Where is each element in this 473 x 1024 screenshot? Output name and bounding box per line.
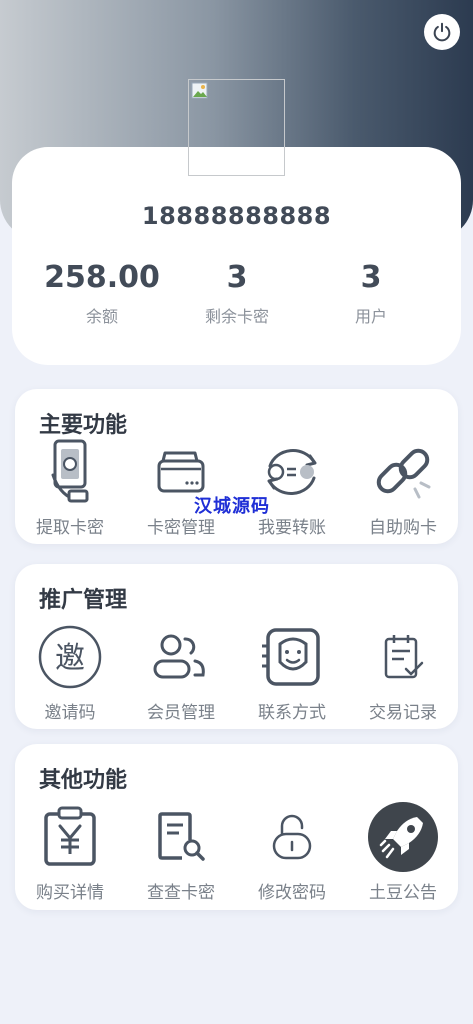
stat-value: 3: [360, 260, 382, 295]
announcement-button[interactable]: 土豆公告: [348, 802, 458, 903]
other-functions-card: 其他功能 购买详情 查查卡密 修改密码 土豆公告: [15, 744, 458, 910]
item-label: 联系方式: [258, 703, 326, 723]
section-title: 主要功能: [39, 413, 128, 438]
item-label: 购买详情: [36, 883, 104, 903]
change-password-button[interactable]: 修改密码: [237, 802, 347, 903]
purchase-details-button[interactable]: 购买详情: [15, 802, 125, 903]
item-label: 邀请码: [44, 703, 96, 723]
stat-value: 3: [226, 260, 248, 295]
extract-card-button[interactable]: 提取卡密: [15, 437, 125, 538]
wallet-icon: [157, 451, 205, 493]
item-label: 自助购卡: [369, 518, 437, 538]
item-label: 提取卡密: [36, 518, 104, 538]
stat-label: 剩余卡密: [204, 307, 269, 326]
transfer-button[interactable]: 我要转账: [237, 437, 347, 538]
card-management-button[interactable]: 卡密管理: [126, 437, 236, 538]
stat-label: 余额: [85, 307, 118, 326]
clipboard-check-icon: [384, 635, 424, 679]
main-functions-card: 主要功能 提取卡密 卡密管理 我要转账 自助购卡: [15, 389, 458, 544]
broken-image-icon: [191, 82, 208, 99]
item-label: 会员管理: [147, 703, 215, 723]
avatar[interactable]: [188, 79, 285, 176]
document-search-icon: [158, 812, 205, 861]
check-card-button[interactable]: 查查卡密: [126, 802, 236, 903]
stat-remaining-cards[interactable]: 3 剩余卡密: [167, 259, 307, 327]
promotion-card: 推广管理 邀 邀请码 会员管理 联系方式 交易记录: [15, 564, 458, 729]
contact-face-icon: [262, 628, 320, 686]
link-icon: [376, 448, 431, 499]
invite-code-button[interactable]: 邀 邀请码: [15, 622, 125, 723]
stat-label: 用户: [354, 307, 387, 326]
invite-glyph: 邀: [55, 641, 85, 676]
invite-icon: 邀: [38, 625, 102, 689]
lock-icon: [272, 814, 312, 860]
section-title: 其他功能: [39, 768, 128, 793]
cash-hand-icon: [51, 439, 89, 503]
power-button[interactable]: [424, 14, 460, 50]
members-icon: [153, 634, 205, 679]
transaction-records-button[interactable]: 交易记录: [348, 622, 458, 723]
stat-users[interactable]: 3 用户: [301, 259, 441, 327]
phone-number: 18888888888: [141, 202, 332, 230]
profile-card: 18888888888 258.00 余额 3 剩余卡密 3 用户: [12, 147, 461, 365]
member-management-button[interactable]: 会员管理: [126, 622, 236, 723]
rocket-icon: [368, 802, 438, 872]
item-label: 土豆公告: [369, 883, 437, 903]
item-label: 查查卡密: [147, 883, 215, 903]
item-label: 修改密码: [258, 883, 326, 903]
watermark-text: 汉城源码: [194, 496, 270, 517]
section-title: 推广管理: [39, 588, 128, 613]
contact-button[interactable]: 联系方式: [237, 622, 347, 723]
self-buy-card-button[interactable]: 自助购卡: [348, 437, 458, 538]
yen-clipboard-icon: [44, 806, 96, 866]
item-label: 交易记录: [369, 703, 437, 723]
stat-balance[interactable]: 258.00 余额: [32, 259, 172, 327]
stat-value: 258.00: [44, 260, 160, 295]
power-icon: [433, 22, 451, 42]
